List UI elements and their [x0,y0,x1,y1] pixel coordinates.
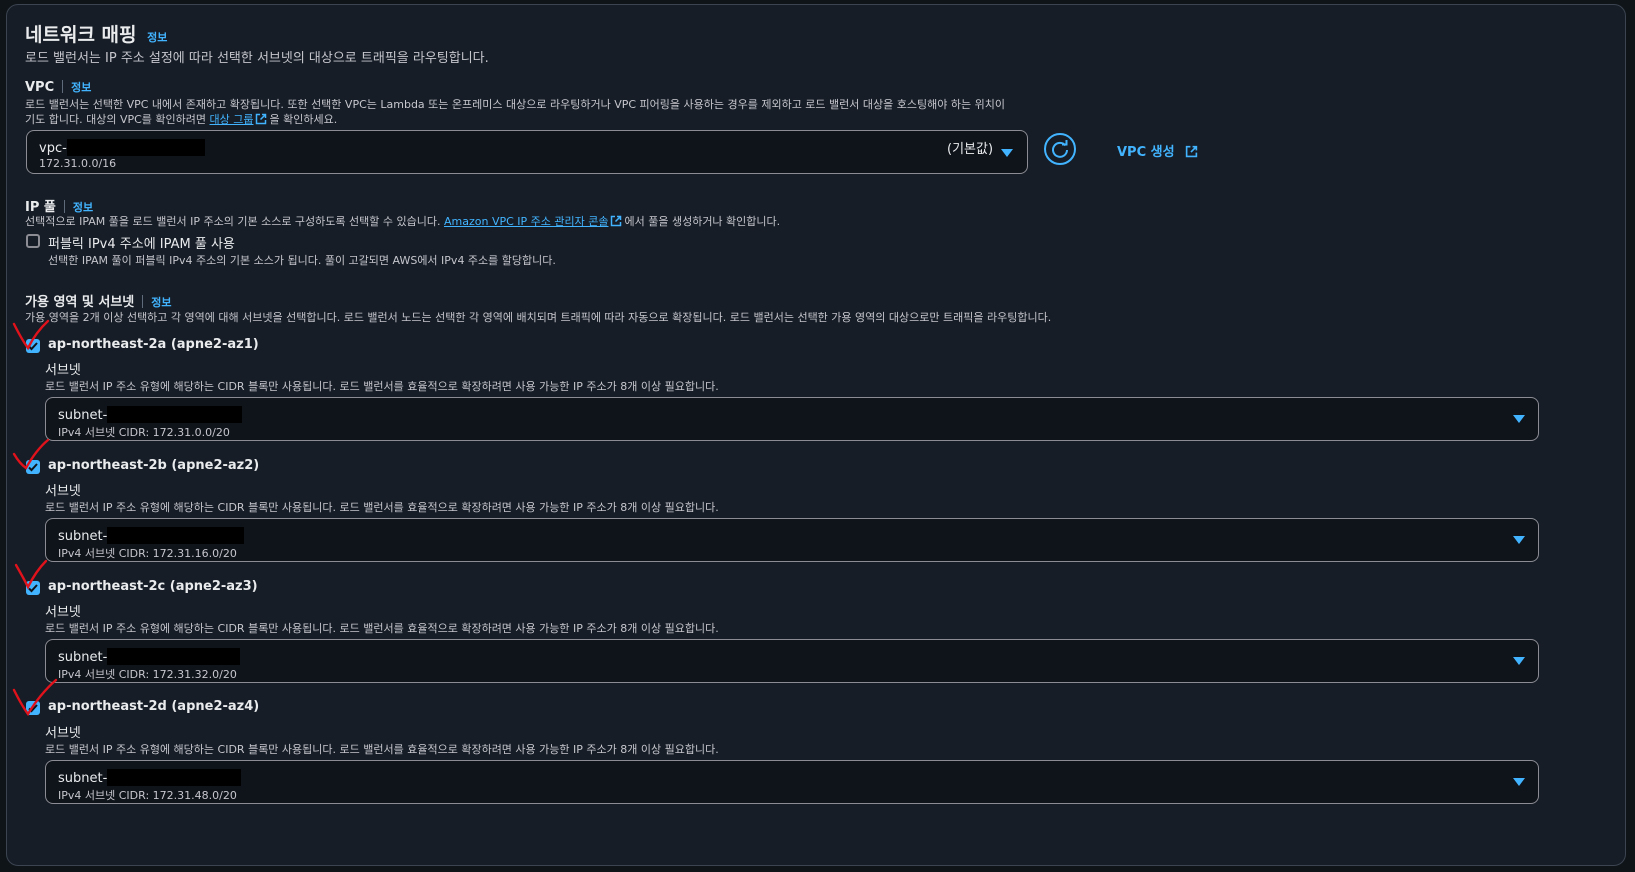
page-title: 네트워크 매핑 정보 [25,20,167,47]
ipam-pool-checkbox[interactable] [26,234,40,248]
subnet-select[interactable]: subnet- IPv4 서브넷 CIDR: 172.31.48.0/20 [45,760,1539,804]
az-name: ap-northeast-2a (apne2-az1) [48,337,259,352]
ipam-console-link[interactable]: Amazon VPC IP 주소 관리자 콘솔 [444,215,609,228]
subnet-label: 서브넷 [45,363,81,378]
chevron-down-icon [1001,149,1013,157]
vpc-description-line2: 기도 합니다. 대상의 VPC를 확인하려면 대상 그룹 을 확인하세요. [25,111,337,128]
chevron-down-icon [1513,657,1525,665]
redacted-subnet-id [107,406,243,423]
create-vpc-label: VPC 생성 [1117,145,1175,160]
subnet-selected-value: subnet- [58,406,243,423]
red-checkmark-annotation [12,678,58,717]
vpc-cidr: 172.31.0.0/16 [39,157,117,170]
ipam-checkbox-description: 선택한 IPAM 풀이 퍼블릭 IPv4 주소의 기본 소스가 됩니다. 풀이 … [48,254,556,267]
vpc-select[interactable]: vpc- 172.31.0.0/16 (기본값) [26,130,1028,174]
subnet-description: 로드 밸런서 IP 주소 유형에 해당하는 CIDR 블록만 사용됩니다. 로드… [45,501,719,514]
az-name: ap-northeast-2b (apne2-az2) [48,458,260,473]
subnet-id-prefix: subnet- [58,650,108,665]
subnet-label: 서브넷 [45,484,81,499]
subnet-select[interactable]: subnet- IPv4 서브넷 CIDR: 172.31.32.0/20 [45,639,1539,683]
ip-pool-desc-text-end: 에서 풀을 생성하거나 확인합니다. [624,215,781,228]
redacted-vpc-id [66,139,205,156]
target-group-link[interactable]: 대상 그룹 [210,113,254,126]
subnet-id-prefix: subnet- [58,529,108,544]
az-name: ap-northeast-2c (apne2-az3) [48,579,258,594]
az-info-link[interactable]: 정보 [151,296,171,309]
vpc-default-tag: (기본값) [947,142,994,157]
subnet-id-prefix: subnet- [58,408,108,423]
subnet-selected-value: subnet- [58,769,242,786]
ip-pool-desc-text: 선택적으로 IPAM 풀을 로드 밸런서 IP 주소의 기본 소스로 구성하도록… [25,215,444,228]
subnet-description: 로드 밸런서 IP 주소 유형에 해당하는 CIDR 블록만 사용됩니다. 로드… [45,743,719,756]
red-checkmark-annotation [12,438,50,470]
divider [63,200,65,213]
subnet-label: 서브넷 [45,726,81,741]
divider [62,80,64,93]
ipam-checkbox-label: 퍼블릭 IPv4 주소에 IPAM 풀 사용 [48,237,235,252]
subnet-cidr: IPv4 서브넷 CIDR: 172.31.32.0/20 [58,668,237,681]
external-link-icon [1185,145,1198,162]
redacted-subnet-id [107,769,242,786]
external-link-icon [610,215,622,230]
vpc-selected-value: vpc- [39,139,205,156]
chevron-down-icon [1513,536,1525,544]
subnet-description: 로드 밸런서 IP 주소 유형에 해당하는 CIDR 블록만 사용됩니다. 로드… [45,622,719,635]
vpc-label: VPC [25,80,55,95]
red-checkmark-annotation [12,319,50,351]
divider [142,295,144,308]
subnet-id-prefix: subnet- [58,771,108,786]
az-label-row: 가용 영역 및 서브넷 정보 [25,291,172,310]
section-description: 로드 밸런서는 IP 주소 설정에 따라 선택한 서브넷의 대상으로 트래픽을 … [25,51,489,66]
external-link-icon [255,113,267,128]
vpc-desc-text: 기도 합니다. 대상의 VPC를 확인하려면 [25,113,210,126]
chevron-down-icon [1513,415,1525,423]
create-vpc-link[interactable]: VPC 생성 [1117,141,1200,162]
subnet-selected-value: subnet- [58,648,241,665]
subnet-label: 서브넷 [45,605,81,620]
refresh-icon [1044,133,1076,165]
redacted-subnet-id [107,648,241,665]
vpc-label-row: VPC 정보 [25,79,91,95]
subnet-description: 로드 밸런서 IP 주소 유형에 해당하는 CIDR 블록만 사용됩니다. 로드… [45,380,719,393]
redacted-subnet-id [107,527,245,544]
az-name: ap-northeast-2d (apne2-az4) [48,699,260,714]
subnet-cidr: IPv4 서브넷 CIDR: 172.31.48.0/20 [58,789,237,802]
chevron-down-icon [1513,778,1525,786]
subnet-cidr: IPv4 서브넷 CIDR: 172.31.16.0/20 [58,547,237,560]
vpc-desc-text-end: 을 확인하세요. [269,113,338,126]
ip-pool-description: 선택적으로 IPAM 풀을 로드 밸런서 IP 주소의 기본 소스로 구성하도록… [25,213,780,230]
az-label: 가용 영역 및 서브넷 [25,295,135,310]
vpc-description-line1: 로드 밸런서는 선택한 VPC 내에서 존재하고 확장됩니다. 또한 선택한 V… [25,98,1005,111]
subnet-select[interactable]: subnet- IPv4 서브넷 CIDR: 172.31.0.0/20 [45,397,1539,441]
az-description: 가용 영역을 2개 이상 선택하고 각 영역에 대해 서브넷을 선택합니다. 로… [25,311,1052,324]
subnet-cidr: IPv4 서브넷 CIDR: 172.31.0.0/20 [58,426,230,439]
section-info-link[interactable]: 정보 [147,31,167,44]
vpc-info-link[interactable]: 정보 [71,81,91,94]
section-title: 네트워크 매핑 [25,24,137,46]
red-checkmark-annotation [14,559,48,590]
subnet-select[interactable]: subnet- IPv4 서브넷 CIDR: 172.31.16.0/20 [45,518,1539,562]
refresh-button[interactable] [1043,132,1077,166]
vpc-id-prefix: vpc- [39,141,67,156]
subnet-selected-value: subnet- [58,527,245,544]
